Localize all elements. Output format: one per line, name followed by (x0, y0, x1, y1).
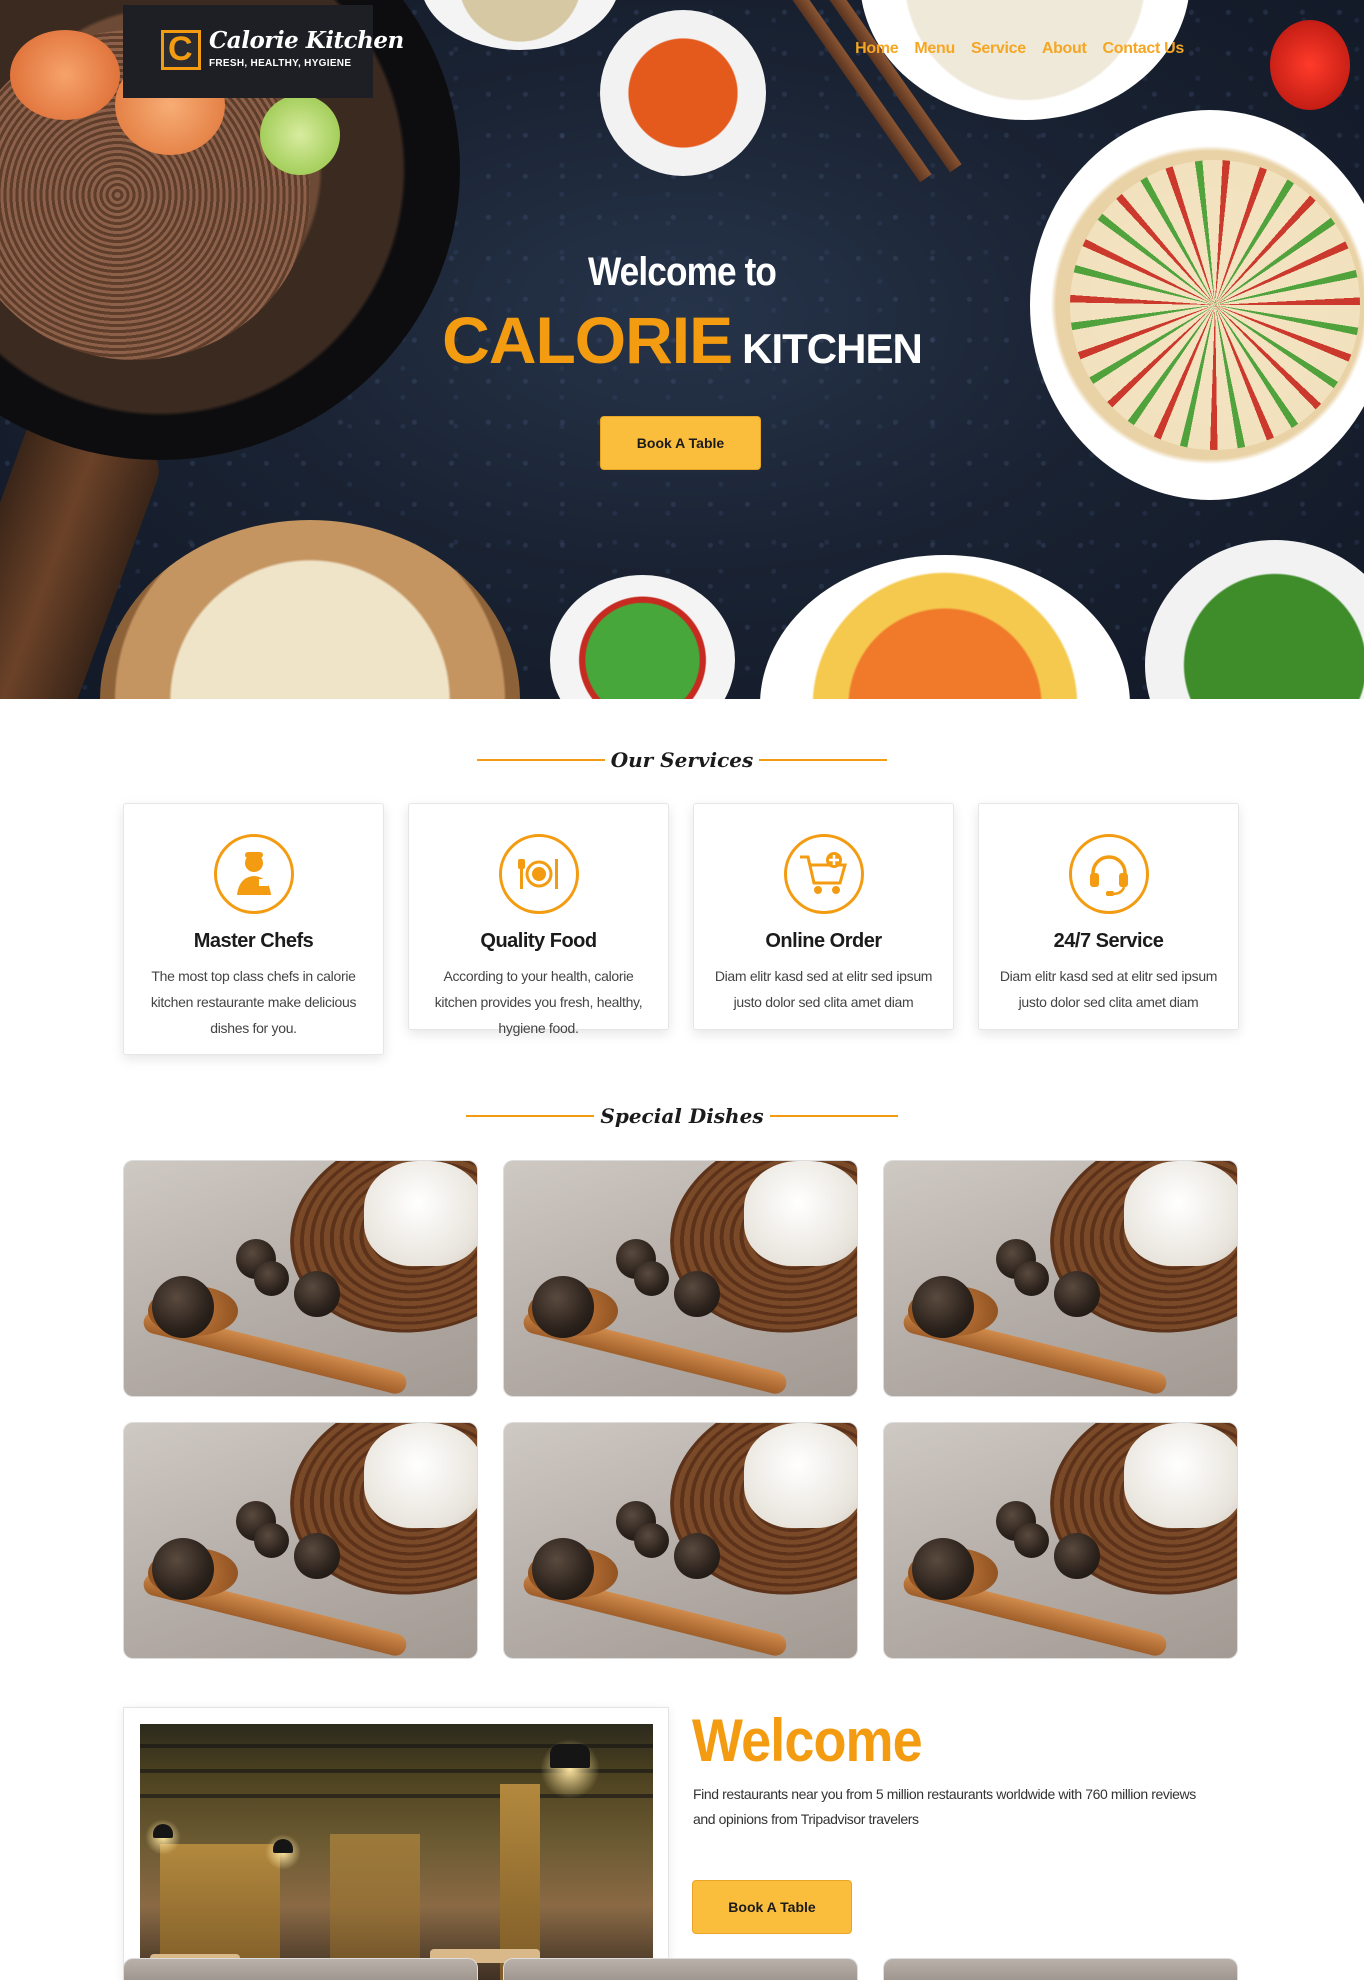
shrimp-image (10, 30, 120, 120)
truffle-image (674, 1271, 720, 1317)
dish-card-partial (883, 1958, 1238, 1980)
chef-icon (213, 834, 294, 914)
truffle-image (294, 1271, 340, 1317)
truffle-image (674, 1533, 720, 1579)
truffle-image (254, 1261, 289, 1296)
truffle-image (532, 1538, 594, 1600)
nav-about[interactable]: About (1042, 40, 1087, 58)
chili-image (1270, 20, 1350, 110)
cart-icon (783, 834, 864, 914)
hero-welcome-text: Welcome to (587, 250, 777, 294)
service-text: The most top class chefs in calorie kitc… (150, 968, 357, 1036)
hero-title-rest: KITCHEN (742, 325, 923, 372)
main-nav: Home Menu Service About Contact Us (855, 40, 1184, 58)
service-title: 24/7 Service (1053, 930, 1164, 952)
headset-icon (1068, 834, 1149, 914)
service-card-online-order: Online Order Diam elitr kasd sed at elit… (693, 803, 954, 1030)
welcome-text: Find restaurants near you from 5 million… (693, 1786, 1196, 1827)
truffle-image (152, 1276, 214, 1338)
logo-title: Calorie Kitchen (209, 27, 404, 54)
dish-card-partial (503, 1958, 858, 1980)
lime-image (260, 95, 340, 175)
truffle-image (254, 1523, 289, 1558)
heading-line (759, 759, 888, 761)
hero-book-table-button[interactable]: Book A Table (600, 416, 761, 470)
truffle-image (532, 1276, 594, 1338)
truffle-image (1054, 1271, 1100, 1317)
restaurant-interior-image (140, 1724, 653, 1980)
dish-card[interactable] (123, 1160, 478, 1397)
heading-line (476, 759, 605, 761)
truffle-image (294, 1533, 340, 1579)
dish-card[interactable] (123, 1422, 478, 1659)
truffle-image (912, 1538, 974, 1600)
dish-card[interactable] (883, 1422, 1238, 1659)
dish-card[interactable] (883, 1160, 1238, 1397)
truffle-image (152, 1538, 214, 1600)
truffle-image (1014, 1261, 1049, 1296)
nav-contact-us[interactable]: Contact Us (1103, 40, 1185, 58)
nav-menu[interactable]: Menu (914, 40, 955, 58)
dish-card[interactable] (503, 1160, 858, 1397)
special-dishes-heading: Special Dishes (0, 1104, 1364, 1128)
service-title: Master Chefs (193, 930, 314, 952)
service-text: Diam elitr kasd sed at elitr sed ipsum j… (714, 968, 933, 1010)
sauce-bowl-image (600, 10, 766, 176)
truffle-image (1054, 1533, 1100, 1579)
service-card-master-chefs: Master Chefs The most top class chefs in… (123, 803, 384, 1055)
welcome-book-table-button[interactable]: Book A Table (692, 1880, 852, 1934)
truffle-image (634, 1261, 669, 1296)
dish-card[interactable] (503, 1422, 858, 1659)
truffle-image (1014, 1523, 1049, 1558)
service-text: Diam elitr kasd sed at elitr sed ipsum j… (999, 968, 1218, 1010)
service-title: Quality Food (480, 930, 597, 952)
service-card-quality-food: Quality Food According to your health, c… (408, 803, 669, 1036)
hero-title-accent: CALORIE (442, 303, 733, 377)
services-heading: Our Services (0, 748, 1364, 772)
nav-service[interactable]: Service (971, 40, 1026, 58)
service-title: Online Order (765, 930, 882, 952)
restaurant-image-frame (123, 1707, 669, 1980)
truffle-image (912, 1276, 974, 1338)
brand-logo[interactable]: C Calorie Kitchen FRESH, HEALTHY, HYGIEN… (123, 5, 404, 98)
hero-section: C Calorie Kitchen FRESH, HEALTHY, HYGIEN… (0, 0, 1364, 699)
dish-card-partial (123, 1958, 478, 1980)
heading-line (466, 1115, 595, 1117)
hero-title: CALORIE KITCHEN (0, 302, 1364, 378)
service-card-24-7-service: 24/7 Service Diam elitr kasd sed at elit… (978, 803, 1239, 1030)
logo-mark-icon: C (161, 30, 201, 70)
nav-home[interactable]: Home (855, 40, 899, 58)
heading-line (769, 1115, 898, 1117)
plate-cutlery-icon (498, 834, 579, 914)
logo-tagline: FRESH, HEALTHY, HYGIENE (209, 58, 352, 69)
welcome-title: Welcome (692, 1707, 923, 1774)
truffle-image (634, 1523, 669, 1558)
service-text: According to your health, calorie kitche… (434, 968, 643, 1036)
